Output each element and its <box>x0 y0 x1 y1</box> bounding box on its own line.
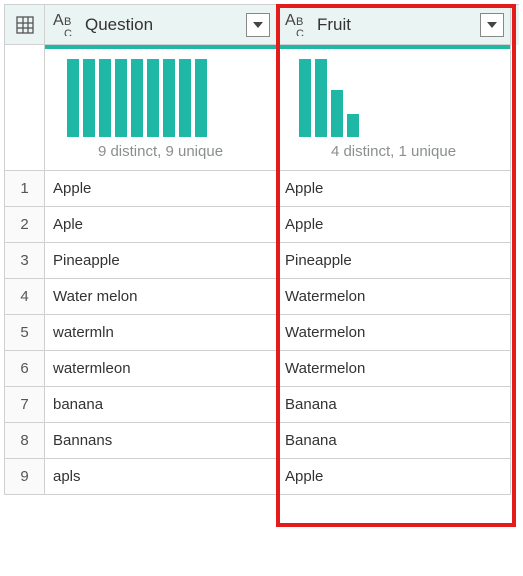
distribution-bar <box>163 59 175 137</box>
cell-fruit[interactable]: Watermelon <box>277 351 511 387</box>
column-header-fruit[interactable]: ABC Fruit <box>277 5 511 45</box>
row-number: 5 <box>5 315 45 351</box>
table-row[interactable]: 1AppleApple <box>5 171 519 207</box>
cell-question[interactable]: Aple <box>45 207 277 243</box>
cell-fruit[interactable]: Watermelon <box>277 279 511 315</box>
column-filter-button-fruit[interactable] <box>480 13 504 37</box>
table-row[interactable]: 5watermlnWatermelon <box>5 315 519 351</box>
distribution-bar <box>99 59 111 137</box>
cell-fruit[interactable]: Banana <box>277 387 511 423</box>
column-profile-question[interactable]: 9 distinct, 9 unique <box>45 45 277 171</box>
column-profile-row: 9 distinct, 9 unique 4 distinct, 1 uniqu… <box>5 45 519 171</box>
cell-fruit[interactable]: Apple <box>277 171 511 207</box>
cell-question[interactable]: Bannans <box>45 423 277 459</box>
distribution-bar <box>315 59 327 137</box>
distribution-bar <box>331 90 343 137</box>
row-number: 3 <box>5 243 45 279</box>
cell-fruit[interactable]: Apple <box>277 207 511 243</box>
distribution-bar <box>147 59 159 137</box>
cell-fruit[interactable]: Banana <box>277 423 511 459</box>
row-number: 2 <box>5 207 45 243</box>
table-row[interactable]: 7bananaBanana <box>5 387 519 423</box>
column-header-label: Question <box>85 15 153 35</box>
row-number: 9 <box>5 459 45 495</box>
cell-fruit[interactable]: Pineapple <box>277 243 511 279</box>
row-number: 8 <box>5 423 45 459</box>
table-row[interactable]: 3PineapplePineapple <box>5 243 519 279</box>
distribution-bar <box>195 59 207 137</box>
table-row[interactable]: 9aplsApple <box>5 459 519 495</box>
distribution-bar <box>179 59 191 137</box>
distribution-bar <box>131 59 143 137</box>
distribution-bar <box>83 59 95 137</box>
cell-fruit[interactable]: Apple <box>277 459 511 495</box>
table-icon <box>15 15 35 35</box>
row-number: 7 <box>5 387 45 423</box>
table-header-row: ABC Question ABC Fruit <box>5 5 519 45</box>
data-table: ABC Question ABC Fruit 9 <box>4 4 519 495</box>
table-row[interactable]: 6watermleonWatermelon <box>5 351 519 387</box>
cell-question[interactable]: watermleon <box>45 351 277 387</box>
table-row[interactable]: 2ApleApple <box>5 207 519 243</box>
text-type-icon: ABC <box>53 14 79 36</box>
column-filter-button-question[interactable] <box>246 13 270 37</box>
chevron-down-icon <box>487 20 497 30</box>
row-number: 1 <box>5 171 45 207</box>
cell-question[interactable]: banana <box>45 387 277 423</box>
distribution-bars-question <box>45 49 276 139</box>
distribution-bars-fruit <box>277 49 510 139</box>
row-number: 4 <box>5 279 45 315</box>
distribution-bar <box>115 59 127 137</box>
column-header-question[interactable]: ABC Question <box>45 5 277 45</box>
cell-question[interactable]: Apple <box>45 171 277 207</box>
distribution-bar <box>299 59 311 137</box>
text-type-icon: ABC <box>285 14 311 36</box>
distribution-summary: 9 distinct, 9 unique <box>45 139 276 170</box>
column-header-label: Fruit <box>317 15 351 35</box>
cell-fruit[interactable]: Watermelon <box>277 315 511 351</box>
distribution-bar <box>347 114 359 137</box>
cell-question[interactable]: watermln <box>45 315 277 351</box>
distribution-bar <box>67 59 79 137</box>
cell-question[interactable]: Water melon <box>45 279 277 315</box>
profile-rownum-blank <box>5 45 45 171</box>
table-row[interactable]: 4Water melonWatermelon <box>5 279 519 315</box>
column-profile-fruit[interactable]: 4 distinct, 1 unique <box>277 45 511 171</box>
distribution-summary: 4 distinct, 1 unique <box>277 139 510 170</box>
cell-question[interactable]: Pineapple <box>45 243 277 279</box>
chevron-down-icon <box>253 20 263 30</box>
row-number: 6 <box>5 351 45 387</box>
select-all-cell[interactable] <box>5 5 45 45</box>
table-row[interactable]: 8BannansBanana <box>5 423 519 459</box>
cell-question[interactable]: apls <box>45 459 277 495</box>
